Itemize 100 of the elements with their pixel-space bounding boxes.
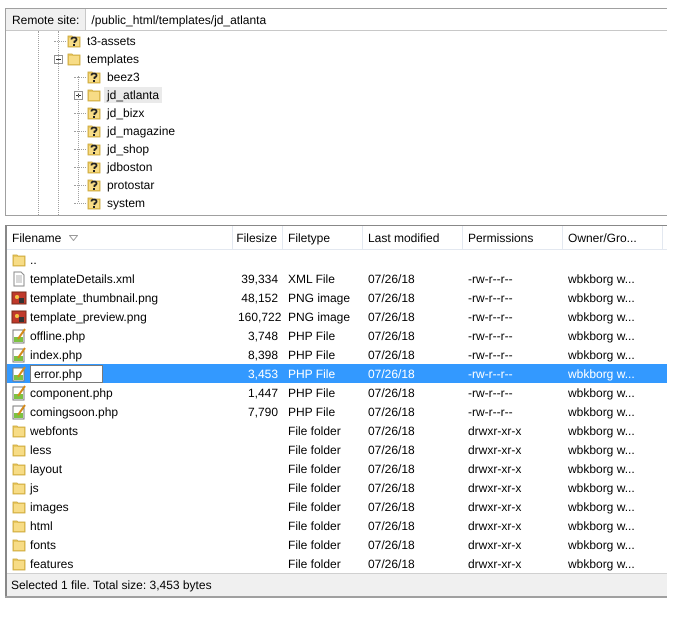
tree-item[interactable]: jd_bizx xyxy=(104,105,148,121)
owner-group: wbkborg w... xyxy=(563,272,663,286)
column-header[interactable]: Filename xyxy=(7,226,233,249)
file-row[interactable]: less File folder 07/26/18 drwxr-xr-x wbkborg w... xyxy=(7,440,667,459)
permissions: drwxr-xr-x xyxy=(467,442,522,456)
modified-date: 07/26/18 xyxy=(367,328,416,342)
column-header[interactable]: Filesize xyxy=(233,226,283,249)
file-name: component.php xyxy=(30,386,113,400)
folder-icon xyxy=(11,252,27,268)
modified-date: 07/26/18 xyxy=(367,404,416,418)
image-file-icon xyxy=(11,290,27,306)
script-file-icon xyxy=(11,328,27,344)
tree-item[interactable]: jdboston xyxy=(104,159,156,175)
expand-icon[interactable] xyxy=(74,90,83,100)
file-type: File folder xyxy=(287,462,342,476)
file-row[interactable]: fonts File folder 07/26/18 drwxr-xr-x wbkborg w... xyxy=(7,535,667,554)
file-type: File folder xyxy=(287,480,342,494)
modified-date: 07/26/18 xyxy=(367,480,416,494)
remote-path-field[interactable]: /public_html/templates/jd_atlanta xyxy=(86,9,667,30)
modified-date: 07/26/18 xyxy=(367,518,416,532)
tree-item[interactable]: system xyxy=(104,195,148,211)
permissions: -rw-r--r-- xyxy=(467,366,514,380)
folder-icon xyxy=(11,518,27,534)
tree-item[interactable]: beez3 xyxy=(104,69,143,85)
permissions: -rw-r--r-- xyxy=(467,328,514,342)
file-row[interactable]: comingsoon.php 7,790 PHP File 07/26/18 -rw-r--r-- wbkborg w... xyxy=(7,402,667,421)
script-file-icon xyxy=(11,404,27,420)
owner-group: wbkborg w... xyxy=(563,290,663,304)
file-row[interactable]: offline.php 3,748 PHP File 07/26/18 -rw-r--r-- wbkborg w... xyxy=(7,326,667,345)
modified-date: 07/26/18 xyxy=(367,366,416,380)
file-size: 3,748 xyxy=(246,328,279,342)
tree-item[interactable]: jd_magazine xyxy=(104,123,178,139)
file-row[interactable]: template_thumbnail.png 48,152 PNG image 07/26/18 -rw-r--r-- wbkborg w... xyxy=(7,288,667,307)
folder-icon xyxy=(11,442,27,458)
tree-item[interactable]: jd_atlanta xyxy=(104,87,162,103)
file-name: comingsoon.php xyxy=(30,404,118,418)
owner-group: wbkborg w... xyxy=(563,500,663,514)
unknown-folder-icon xyxy=(86,123,102,139)
file-name: .. xyxy=(30,252,37,266)
file-row[interactable]: webfonts File folder 07/26/18 drwxr-xr-x wbkborg w... xyxy=(7,421,667,440)
file-row[interactable]: component.php 1,447 PHP File 07/26/18 -rw-r--r-- wbkborg w... xyxy=(7,383,667,402)
file-row[interactable]: error.php 3,453 PHP File 07/26/18 -rw-r--r-- wbkborg w... xyxy=(7,364,667,383)
permissions: -rw-r--r-- xyxy=(467,348,514,362)
file-row[interactable]: images File folder 07/26/18 drwxr-xr-x wbkborg w... xyxy=(7,497,667,516)
owner-group: wbkborg w... xyxy=(563,310,663,324)
modified-date: 07/26/18 xyxy=(367,462,416,476)
folder-icon xyxy=(66,51,82,67)
permissions: -rw-r--r-- xyxy=(467,386,514,400)
file-row[interactable]: template_preview.png 160,722 PNG image 07/26/18 -rw-r--r-- wbkborg w... xyxy=(7,307,667,326)
file-type: File folder xyxy=(287,556,342,570)
column-header[interactable]: Permissions xyxy=(463,226,563,249)
file-row[interactable]: layout File folder 07/26/18 drwxr-xr-x wbkborg w... xyxy=(7,459,667,478)
file-type: File folder xyxy=(287,518,342,532)
folder-icon xyxy=(11,480,27,496)
owner-group: wbkborg w... xyxy=(563,404,663,418)
column-header[interactable]: Filetype xyxy=(283,226,363,249)
file-type: PNG image xyxy=(287,290,352,304)
file-size: 3,453 xyxy=(246,366,279,380)
owner-group: wbkborg w... xyxy=(563,556,663,570)
file-size: 39,334 xyxy=(240,272,279,286)
file-type: PNG image xyxy=(287,310,352,324)
rename-field[interactable]: error.php xyxy=(30,364,104,382)
modified-date: 07/26/18 xyxy=(367,538,416,552)
tree-item[interactable]: t3-assets xyxy=(84,33,139,49)
file-type: File folder xyxy=(287,424,342,438)
tree-item[interactable]: protostar xyxy=(104,177,158,193)
file-size: 8,398 xyxy=(246,348,279,362)
file-name: images xyxy=(30,500,69,514)
unknown-folder-icon xyxy=(86,141,102,157)
file-row[interactable]: index.php 8,398 PHP File 07/26/18 -rw-r--r-- wbkborg w... xyxy=(7,345,667,364)
tree-item[interactable]: jd_shop xyxy=(104,141,152,157)
file-name: templateDetails.xml xyxy=(30,272,135,286)
unknown-folder-icon xyxy=(86,159,102,175)
unknown-folder-icon xyxy=(86,105,102,121)
column-header[interactable]: Last modified xyxy=(363,226,463,249)
file-size: 1,447 xyxy=(246,386,279,400)
owner-group: wbkborg w... xyxy=(563,366,663,380)
owner-group: wbkborg w... xyxy=(563,424,663,438)
permissions: -rw-r--r-- xyxy=(467,290,514,304)
file-type: File folder xyxy=(287,442,342,456)
file-type: File folder xyxy=(287,500,342,514)
column-header[interactable]: Owner/Gro... xyxy=(563,226,663,249)
file-row[interactable]: features File folder 07/26/18 drwxr-xr-x wbkborg w... xyxy=(7,554,667,573)
permissions: drwxr-xr-x xyxy=(467,518,522,532)
file-name: fonts xyxy=(30,538,56,552)
collapse-icon[interactable] xyxy=(54,54,63,64)
file-row[interactable]: js File folder 07/26/18 drwxr-xr-x wbkborg w... xyxy=(7,478,667,497)
permissions: drwxr-xr-x xyxy=(467,424,522,438)
file-row[interactable]: templateDetails.xml 39,334 XML File 07/26/18 -rw-r--r-- wbkborg w... xyxy=(7,269,667,288)
unknown-folder-icon xyxy=(86,177,102,193)
file-row[interactable]: html File folder 07/26/18 drwxr-xr-x wbkborg w... xyxy=(7,516,667,535)
tree-item[interactable]: templates xyxy=(84,51,142,67)
file-type: PHP File xyxy=(287,328,336,342)
modified-date: 07/26/18 xyxy=(367,348,416,362)
file-name: webfonts xyxy=(30,424,78,438)
file-row[interactable]: .. xyxy=(7,250,667,269)
status-bar: Selected 1 file. Total size: 3,453 bytes xyxy=(7,573,667,596)
file-name: template_thumbnail.png xyxy=(30,290,158,304)
folder-icon xyxy=(11,536,27,552)
folder-icon xyxy=(11,460,27,476)
